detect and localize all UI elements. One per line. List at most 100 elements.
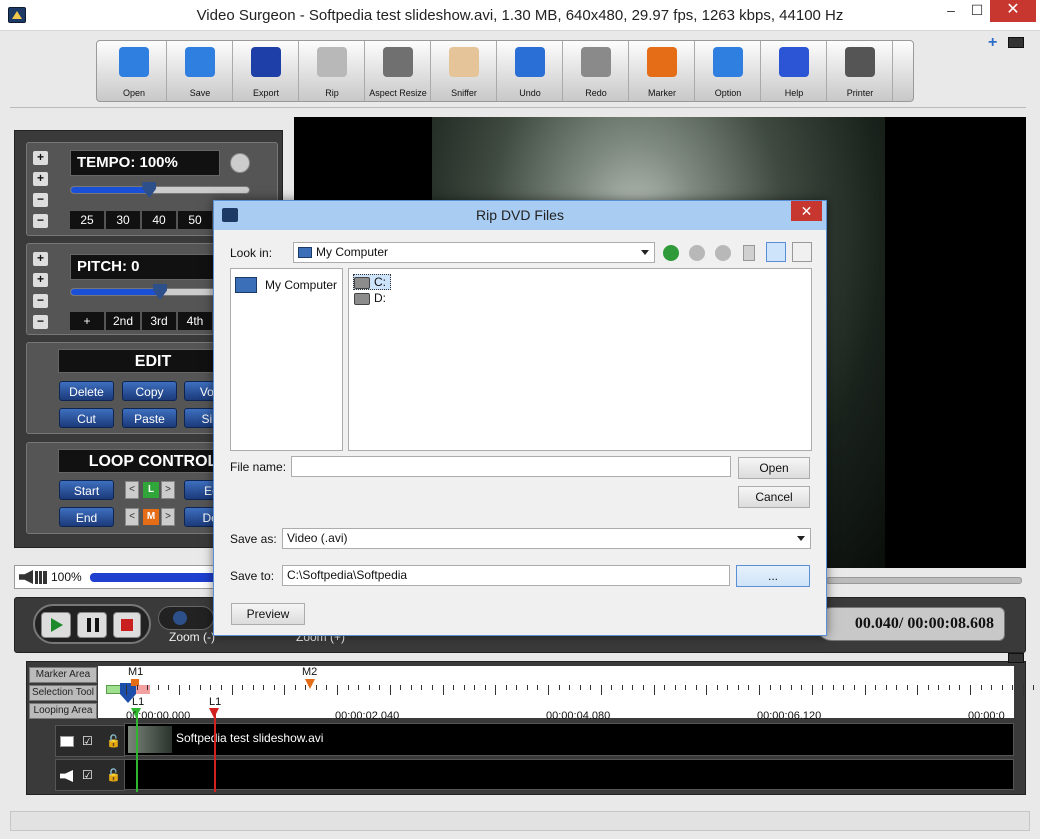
pitch-plus-button[interactable]: +: [33, 252, 48, 266]
looping-area-label[interactable]: Looping Area: [29, 703, 97, 719]
ruler-tick: [389, 685, 391, 695]
tempo-minus-button[interactable]: −: [33, 214, 48, 228]
ruler-tick: [832, 685, 834, 690]
cut-button[interactable]: Cut: [59, 408, 114, 428]
printer-button[interactable]: Printer: [827, 41, 893, 101]
drive-d[interactable]: D:: [354, 291, 386, 305]
ruler-tick: [695, 685, 697, 690]
tempo-slider[interactable]: [70, 182, 250, 198]
maximize-button[interactable]: ☐: [964, 0, 990, 22]
look-in-value: My Computer: [316, 245, 389, 259]
tempo-preset-50[interactable]: 50: [178, 211, 213, 229]
up-folder-icon[interactable]: [715, 245, 731, 261]
delete-button[interactable]: Delete: [59, 381, 114, 401]
time-label: 00:00:06.120: [757, 710, 822, 722]
pitch-preset-4th[interactable]: 4th: [178, 312, 213, 330]
marker-m1-flag[interactable]: [131, 679, 139, 686]
loop-end-button[interactable]: End: [59, 507, 114, 527]
save-button[interactable]: Save: [167, 41, 233, 101]
marker-area-label[interactable]: Marker Area: [29, 667, 97, 683]
drive-c[interactable]: C:: [353, 274, 391, 290]
tempo-plus-button[interactable]: +: [33, 151, 48, 165]
chevron-right-icon[interactable]: >: [161, 508, 175, 526]
zoom-out-label[interactable]: Zoom (-): [169, 630, 215, 644]
help-button[interactable]: Help: [761, 41, 827, 101]
redo-button[interactable]: Redo: [563, 41, 629, 101]
tempo-preset-40[interactable]: 40: [142, 211, 177, 229]
option-button[interactable]: Option: [695, 41, 761, 101]
play-button[interactable]: [41, 612, 71, 638]
back-icon[interactable]: [663, 245, 679, 261]
chevron-right-icon[interactable]: >: [161, 481, 175, 499]
save-as-select[interactable]: Video (.avi): [282, 528, 811, 549]
loop-start-marker[interactable]: L1: [132, 696, 144, 708]
close-button[interactable]: ✕: [990, 0, 1036, 22]
pitch-slider-thumb[interactable]: [153, 284, 167, 300]
preview-button[interactable]: Preview: [231, 603, 305, 625]
pitch-preset-plus[interactable]: +: [70, 312, 105, 330]
pitch-preset-3rd[interactable]: 3rd: [142, 312, 177, 330]
loop-end-marker[interactable]: L1: [209, 696, 221, 708]
tempo-preset-30[interactable]: 30: [106, 211, 141, 229]
lock-icon[interactable]: 🔓: [106, 734, 121, 748]
marker-m2-flag[interactable]: [305, 679, 315, 689]
forward-icon[interactable]: [689, 245, 705, 261]
pitch-preset-2nd[interactable]: 2nd: [106, 312, 141, 330]
place-my-computer[interactable]: My Computer: [265, 278, 337, 292]
lock-icon[interactable]: 🔓: [106, 768, 121, 782]
speaker-icon[interactable]: [19, 570, 33, 584]
cancel-button[interactable]: Cancel: [738, 486, 810, 508]
dialog-close-button[interactable]: ✕: [791, 201, 822, 221]
undo-button[interactable]: Undo: [497, 41, 563, 101]
tempo-minus-small-button[interactable]: −: [33, 193, 48, 207]
ruler-tick: [1001, 685, 1003, 690]
copy-button[interactable]: Copy: [122, 381, 177, 401]
timeline-collapse-icon[interactable]: [1008, 653, 1024, 663]
stop-button[interactable]: [113, 612, 141, 638]
ruler-tick: [463, 685, 465, 690]
loop-start-button[interactable]: Start: [59, 480, 114, 500]
timeline-ruler[interactable]: M1 M2 L1 L1 00:00:00.000 00:00:02.040 00…: [98, 666, 1035, 722]
reset-icon[interactable]: [230, 153, 250, 173]
file-name-input[interactable]: [291, 456, 731, 477]
pause-icon: [87, 618, 99, 632]
position-slider[interactable]: [826, 577, 1022, 584]
marker-m1[interactable]: M1: [128, 666, 143, 678]
tempo-slider-thumb[interactable]: [142, 182, 157, 198]
ruler-tick: [632, 685, 634, 690]
new-folder-icon[interactable]: [743, 245, 755, 261]
panel-toggle-icon[interactable]: [1008, 37, 1024, 48]
minimize-button[interactable]: –: [938, 0, 964, 22]
open-button[interactable]: Open: [101, 41, 167, 101]
marker-m2[interactable]: M2: [302, 666, 317, 678]
tempo-plus-small-button[interactable]: +: [33, 172, 48, 186]
browse-button[interactable]: ...: [736, 565, 810, 587]
audio-track[interactable]: [124, 759, 1014, 790]
chevron-left-icon[interactable]: <: [125, 508, 139, 526]
pitch-minus-button[interactable]: −: [33, 315, 48, 329]
audio-track-checkbox[interactable]: ☑: [82, 768, 93, 782]
marker-button[interactable]: Marker: [629, 41, 695, 101]
tempo-preset-25[interactable]: 25: [70, 211, 105, 229]
toolbar-label: Rip: [325, 88, 339, 98]
add-icon[interactable]: +: [988, 34, 997, 52]
details-view-icon[interactable]: [792, 242, 812, 262]
pause-button[interactable]: [77, 612, 107, 638]
aspect-resize-button[interactable]: Aspect Resize: [365, 41, 431, 101]
export-button[interactable]: Export: [233, 41, 299, 101]
pitch-minus-small-button[interactable]: −: [33, 294, 48, 308]
ruler-tick: [147, 685, 149, 690]
pitch-plus-small-button[interactable]: +: [33, 273, 48, 287]
selection-tool-label[interactable]: Selection Tool: [29, 685, 97, 701]
video-track-checkbox[interactable]: ☑: [82, 734, 93, 748]
open-button[interactable]: Open: [738, 457, 810, 479]
chevron-left-icon[interactable]: <: [125, 481, 139, 499]
list-view-icon[interactable]: [766, 242, 786, 262]
zoom-slider[interactable]: [158, 606, 214, 630]
rip-button[interactable]: Rip: [299, 41, 365, 101]
sniffer-button[interactable]: Sniffer: [431, 41, 497, 101]
save-to-input[interactable]: C:\Softpedia\Softpedia: [282, 565, 730, 586]
look-in-select[interactable]: My Computer: [293, 242, 655, 263]
paste-button[interactable]: Paste: [122, 408, 177, 428]
file-name-label: File name:: [230, 460, 287, 474]
